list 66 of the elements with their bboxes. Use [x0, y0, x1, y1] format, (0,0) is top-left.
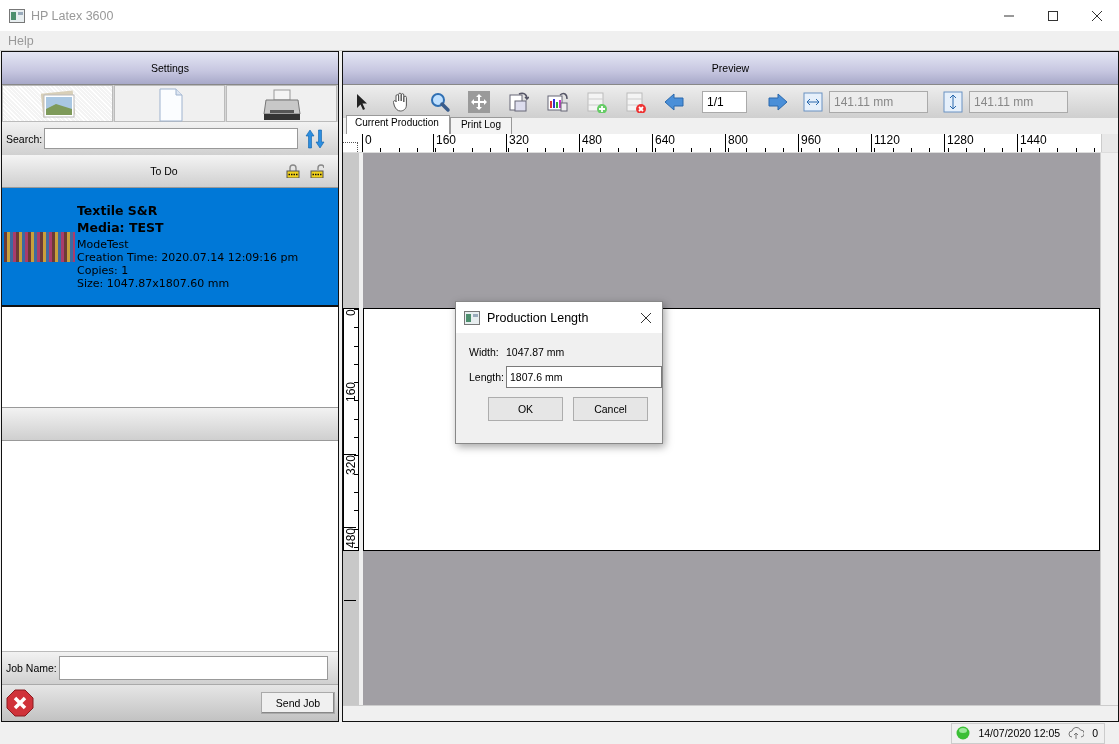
ruler-label: 160: [344, 382, 356, 455]
ruler-label: 320: [344, 455, 356, 528]
close-icon[interactable]: [1091, 9, 1103, 22]
ok-button[interactable]: OK: [488, 397, 563, 421]
horizontal-arrows-icon[interactable]: [803, 90, 825, 113]
images-tab[interactable]: [2, 85, 113, 122]
width-value: 1047.87 mm: [506, 346, 565, 358]
job-creation-time: Creation Time: 2020.07.14 12:09:16 pm: [77, 250, 299, 264]
maximize-icon[interactable]: [1047, 9, 1059, 22]
move-arrows-icon[interactable]: [468, 90, 490, 113]
app-icon: [464, 310, 480, 325]
right-arrow-icon[interactable]: [767, 90, 789, 113]
unlock-icon[interactable]: [310, 164, 324, 178]
vertical-arrows-icon[interactable]: [943, 90, 965, 113]
ruler-label: 1440: [1017, 134, 1090, 152]
job-media: Media: TEST: [77, 220, 165, 234]
ruler-label: 320: [506, 134, 579, 152]
search-field[interactable]: [44, 128, 298, 149]
ruler-label: 160: [433, 134, 506, 152]
job-name-field[interactable]: [58, 656, 328, 680]
lock-icon[interactable]: [286, 164, 300, 178]
job-item[interactable]: Textile S&R Media: TEST ModeTest Creation Time: 2020.07.14 12:09:16 pm Copies: 1 Size: 1047.87x1807.60 mm: [2, 188, 338, 307]
field-label: Search:: [6, 132, 43, 145]
field-label: Length:: [469, 371, 506, 383]
left-arrow-icon[interactable]: [663, 90, 685, 113]
upload-count: 0: [1092, 727, 1098, 739]
status-light-icon: [956, 726, 971, 740]
job-mode: ModeTest: [77, 237, 130, 251]
status-datetime: 14/07/2020 12:05: [978, 727, 1061, 739]
tab[interactable]: Current Production: [346, 115, 450, 134]
remove-page-icon[interactable]: [624, 90, 646, 113]
ruler-label: 0: [362, 134, 433, 152]
ruler-label: 960: [798, 134, 871, 152]
error-stop-icon[interactable]: [6, 689, 34, 717]
job-thumbnail: [4, 231, 75, 262]
section-title: To Do: [149, 165, 179, 177]
printer-tab[interactable]: [226, 85, 337, 122]
field-label: Width:: [469, 346, 500, 358]
panel-header: Preview: [343, 52, 1118, 85]
ruler-label: 640: [652, 134, 725, 152]
chart-export-icon[interactable]: [546, 90, 568, 113]
sort-arrows-icon[interactable]: [304, 127, 326, 150]
cloud-upload-icon[interactable]: [1068, 726, 1085, 740]
job-size: Size: 1047.87x1807.60 mm: [77, 276, 231, 290]
dialog-title: Production Length: [487, 310, 589, 325]
ruler-label: 480: [344, 528, 356, 601]
cancel-button[interactable]: Cancel: [573, 397, 648, 421]
job-copies: Copies: 1: [77, 263, 130, 277]
ruler-label: 0: [344, 309, 356, 318]
add-page-icon[interactable]: [585, 90, 607, 113]
app-icon: [9, 8, 25, 23]
ruler-label: 1120: [871, 134, 944, 152]
search-icon[interactable]: [429, 90, 451, 113]
job-title: Textile S&R: [77, 203, 159, 217]
window-title: HP Latex 3600: [31, 8, 114, 23]
close-icon[interactable]: [640, 311, 652, 324]
page-field[interactable]: 1/1: [702, 90, 747, 113]
send-job-button[interactable]: Send Job: [261, 692, 335, 714]
field-label: Job Name:: [6, 662, 57, 674]
export-page-icon[interactable]: [507, 90, 529, 113]
ruler-label: 480: [579, 134, 652, 152]
panel-header: Settings: [2, 52, 338, 85]
ruler-label: 1280: [944, 134, 1017, 152]
ruler-label: 800: [725, 134, 798, 152]
tab[interactable]: Print Log: [449, 117, 512, 134]
length-field[interactable]: 1807.6 mm: [506, 366, 662, 388]
